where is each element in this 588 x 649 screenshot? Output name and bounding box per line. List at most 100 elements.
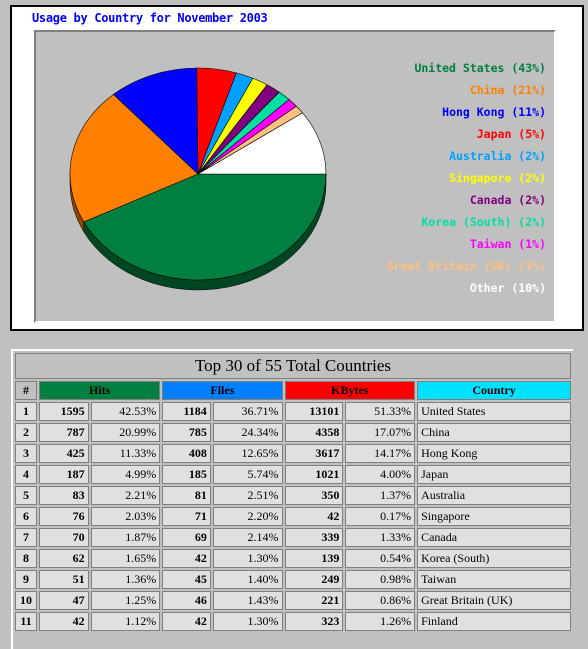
country-name: Australia bbox=[417, 486, 571, 505]
kbytes-percent: 1.37% bbox=[345, 486, 416, 505]
kbytes-value: 221 bbox=[284, 591, 344, 610]
pie-chart-panel: Usage by Country for November 2003 Unite… bbox=[10, 5, 584, 331]
country-name: Japan bbox=[417, 465, 571, 484]
row-rank: 2 bbox=[15, 423, 37, 442]
row-rank: 1 bbox=[15, 402, 37, 421]
table-body: 1 1595 42.53% 1184 36.71% 13101 51.33% United S… bbox=[15, 402, 571, 631]
hits-value: 1595 bbox=[39, 402, 89, 421]
kbytes-value: 323 bbox=[284, 612, 344, 631]
files-percent: 2.14% bbox=[212, 528, 283, 547]
files-value: 71 bbox=[162, 507, 211, 526]
hits-percent: 42.53% bbox=[90, 402, 161, 421]
table-row: 4 187 4.99% 185 5.74% 1021 4.00% Japan bbox=[15, 465, 571, 484]
country-name: Hong Kong bbox=[417, 444, 571, 463]
hits-value: 187 bbox=[39, 465, 89, 484]
country-table: Top 30 of 55 Total Countries # Hits File… bbox=[13, 351, 573, 633]
country-name: Singapore bbox=[417, 507, 571, 526]
hits-percent: 1.36% bbox=[90, 570, 161, 589]
kbytes-value: 249 bbox=[284, 570, 344, 589]
row-rank: 8 bbox=[15, 549, 37, 568]
files-percent: 5.74% bbox=[212, 465, 283, 484]
files-value: 408 bbox=[162, 444, 211, 463]
legend-item: Singapore (2%) bbox=[449, 171, 546, 185]
table-row: 9 51 1.36% 45 1.40% 249 0.98% Taiwan bbox=[15, 570, 571, 589]
row-rank: 5 bbox=[15, 486, 37, 505]
hits-value: 42 bbox=[39, 612, 89, 631]
hits-value: 62 bbox=[39, 549, 89, 568]
table-row: 2 787 20.99% 785 24.34% 4358 17.07% China bbox=[15, 423, 571, 442]
legend-item: China (21%) bbox=[469, 83, 546, 97]
hits-percent: 4.99% bbox=[90, 465, 161, 484]
files-value: 69 bbox=[162, 528, 211, 547]
table-row: 5 83 2.21% 81 2.51% 350 1.37% Australia bbox=[15, 486, 571, 505]
chart-title: Usage by Country for November 2003 bbox=[32, 11, 268, 25]
legend-item: Korea (South) (2%) bbox=[421, 215, 546, 229]
kbytes-percent: 1.26% bbox=[345, 612, 416, 631]
legend-item: Taiwan (1%) bbox=[469, 237, 546, 251]
row-rank: 6 bbox=[15, 507, 37, 526]
hits-percent: 1.12% bbox=[90, 612, 161, 631]
files-value: 45 bbox=[162, 570, 211, 589]
hits-value: 76 bbox=[39, 507, 89, 526]
chart-legend: United States (43%) China (21%) Hong Kong … bbox=[387, 60, 546, 302]
hits-percent: 2.03% bbox=[90, 507, 161, 526]
hits-value: 47 bbox=[39, 591, 89, 610]
header-rank: # bbox=[15, 381, 37, 400]
kbytes-value: 1021 bbox=[284, 465, 344, 484]
files-value: 81 bbox=[162, 486, 211, 505]
kbytes-percent: 0.86% bbox=[345, 591, 416, 610]
kbytes-percent: 1.33% bbox=[345, 528, 416, 547]
row-rank: 9 bbox=[15, 570, 37, 589]
files-value: 1184 bbox=[162, 402, 211, 421]
country-name: Great Britain (UK) bbox=[417, 591, 571, 610]
chart-area: United States (43%) China (21%) Hong Kong … bbox=[34, 30, 556, 323]
files-percent: 1.30% bbox=[212, 612, 283, 631]
country-name: Canada bbox=[417, 528, 571, 547]
country-name: United States bbox=[417, 402, 571, 421]
files-value: 185 bbox=[162, 465, 211, 484]
kbytes-value: 350 bbox=[284, 486, 344, 505]
legend-item: United States (43%) bbox=[414, 61, 546, 75]
row-rank: 4 bbox=[15, 465, 37, 484]
table-row: 11 42 1.12% 42 1.30% 323 1.26% Finland bbox=[15, 612, 571, 631]
files-percent: 36.71% bbox=[212, 402, 283, 421]
table-row: 10 47 1.25% 46 1.43% 221 0.86% Great Britain (U… bbox=[15, 591, 571, 610]
legend-item: Australia (2%) bbox=[449, 149, 546, 163]
files-value: 46 bbox=[162, 591, 211, 610]
country-name: Taiwan bbox=[417, 570, 571, 589]
kbytes-value: 3617 bbox=[284, 444, 344, 463]
hits-value: 70 bbox=[39, 528, 89, 547]
hits-percent: 1.87% bbox=[90, 528, 161, 547]
legend-item: Canada (2%) bbox=[469, 193, 546, 207]
legend-item: Japan (5%) bbox=[476, 127, 546, 141]
row-rank: 11 bbox=[15, 612, 37, 631]
hits-value: 51 bbox=[39, 570, 89, 589]
row-rank: 3 bbox=[15, 444, 37, 463]
legend-item: Great Britain (UK) (1%) bbox=[386, 259, 546, 273]
kbytes-value: 339 bbox=[284, 528, 344, 547]
legend-item: Hong Kong (11%) bbox=[442, 105, 546, 119]
country-table-panel: Top 30 of 55 Total Countries # Hits File… bbox=[11, 349, 573, 649]
kbytes-percent: 17.07% bbox=[345, 423, 416, 442]
files-percent: 2.51% bbox=[212, 486, 283, 505]
header-files: Files bbox=[162, 381, 283, 400]
header-kbytes: KBytes bbox=[284, 381, 416, 400]
hits-percent: 11.33% bbox=[90, 444, 161, 463]
hits-percent: 1.25% bbox=[90, 591, 161, 610]
kbytes-percent: 0.54% bbox=[345, 549, 416, 568]
hits-percent: 20.99% bbox=[90, 423, 161, 442]
kbytes-percent: 51.33% bbox=[345, 402, 416, 421]
hits-percent: 2.21% bbox=[90, 486, 161, 505]
kbytes-value: 13101 bbox=[284, 402, 344, 421]
kbytes-value: 139 bbox=[284, 549, 344, 568]
hits-value: 425 bbox=[39, 444, 89, 463]
kbytes-percent: 0.98% bbox=[345, 570, 416, 589]
legend-item: Other (10%) bbox=[469, 281, 546, 295]
files-percent: 2.20% bbox=[212, 507, 283, 526]
table-row: 7 70 1.87% 69 2.14% 339 1.33% Canada bbox=[15, 528, 571, 547]
hits-value: 787 bbox=[39, 423, 89, 442]
files-percent: 1.43% bbox=[212, 591, 283, 610]
country-name: Korea (South) bbox=[417, 549, 571, 568]
hits-percent: 1.65% bbox=[90, 549, 161, 568]
table-row: 3 425 11.33% 408 12.65% 3617 14.17% Hong Kong bbox=[15, 444, 571, 463]
